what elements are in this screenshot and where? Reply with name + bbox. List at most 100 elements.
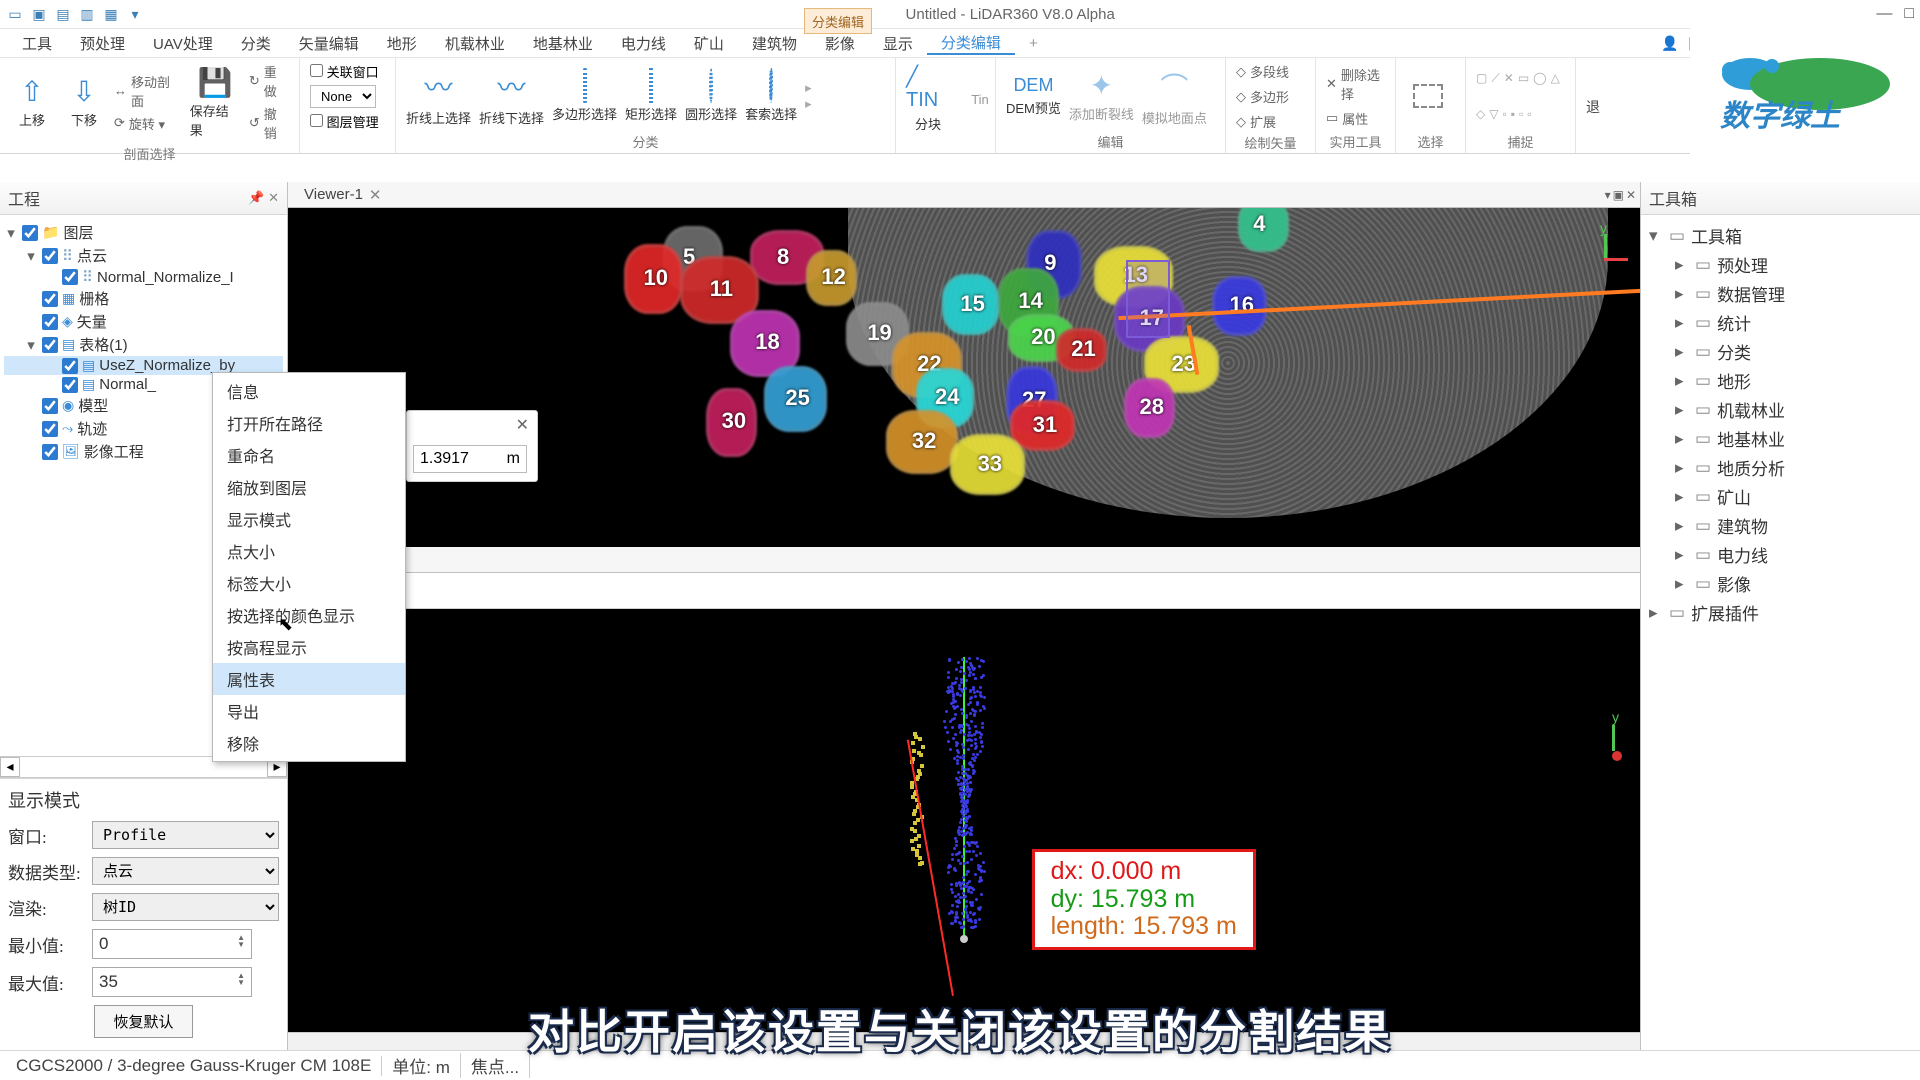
ctx-item-5[interactable]: 点大小 (213, 535, 405, 567)
window-maximize-icon[interactable]: □ (1904, 5, 1914, 23)
toolbox-item[interactable]: ▸▭机载林业 (1649, 395, 1912, 424)
menu-classify[interactable]: 分类 (227, 33, 285, 54)
lasso-select[interactable]: 套索选择 (745, 70, 797, 123)
datatype-select[interactable]: 点云 (92, 857, 279, 885)
draw-polygon[interactable]: ◇ 多边形 (1236, 87, 1289, 106)
add-breakline-button[interactable]: ✦添加断裂线 (1069, 69, 1134, 123)
menu-mining[interactable]: 矿山 (680, 33, 738, 54)
link-view-select[interactable]: None (310, 85, 376, 108)
pin-icon[interactable]: 📌 ✕ (248, 190, 279, 206)
ctx-item-8[interactable]: 按高程显示 (213, 631, 405, 663)
tin-split-button[interactable]: ╱ TIN分块 (906, 64, 950, 133)
restore-default-button[interactable]: 恢复默认 (94, 1005, 192, 1038)
menu-preprocess[interactable]: 预处理 (66, 33, 139, 54)
toolbox-item[interactable]: ▸▭矿山 (1649, 482, 1912, 511)
window-select[interactable]: Profile (92, 821, 279, 849)
menu-tools[interactable]: 工具 (8, 33, 66, 54)
redo-button[interactable]: ↻ 重做 (249, 62, 289, 100)
menu-imagery[interactable]: 影像 (811, 33, 869, 54)
select-tool[interactable] (1406, 84, 1450, 108)
polyline-down-select[interactable]: 〰折线下选择 (479, 66, 544, 127)
return-button[interactable]: 退 (1586, 97, 1600, 117)
viewer-3d-canvas[interactable]: 4589101112131415161718192021222324252728… (288, 208, 1640, 547)
toolbox-item[interactable]: ▸▭影像 (1649, 569, 1912, 598)
layer-model[interactable]: 模型 (78, 395, 108, 416)
toolbox-item[interactable]: ▸▭建筑物 (1649, 511, 1912, 540)
layer-normal-normalize[interactable]: Normal_Normalize_I (97, 269, 234, 286)
qat-more-icon[interactable]: ▾ (126, 5, 144, 23)
viewer-close-icon[interactable]: ✕ (1626, 188, 1636, 202)
layer-track[interactable]: 轨迹 (77, 418, 107, 439)
move-profile-option[interactable]: ↔ 移动剖面 (114, 72, 182, 110)
ctx-item-1[interactable]: 打开所在路径 (213, 407, 405, 439)
menu-powerline[interactable]: 电力线 (607, 33, 680, 54)
toolbox-tree[interactable]: ▾▭工具箱 ▸▭预处理▸▭数据管理▸▭统计▸▭分类▸▭地形▸▭机载林业▸▭地基林… (1641, 215, 1920, 633)
menu-als-forestry[interactable]: 机载林业 (431, 33, 519, 54)
min-value-input[interactable]: 0▲▼ (92, 929, 252, 959)
qat-save-icon[interactable]: ▤ (54, 5, 72, 23)
toolbox-extensions[interactable]: 扩展插件 (1691, 600, 1759, 625)
viewer1-tab[interactable]: Viewer-1✕ (294, 183, 392, 207)
user-icon[interactable]: 👤 (1661, 35, 1678, 52)
ctx-item-10[interactable]: 导出 (213, 695, 405, 727)
qat-copy-icon[interactable]: ▥ (78, 5, 96, 23)
ctx-item-0[interactable]: 信息 (213, 375, 405, 407)
rect-select[interactable]: 矩形选择 (625, 70, 677, 123)
quick-access-toolbar[interactable]: ▭ ▣ ▤ ▥ ▦ ▾ (6, 5, 144, 23)
qat-open-icon[interactable]: ▣ (30, 5, 48, 23)
menu-terrain[interactable]: 地形 (373, 33, 431, 54)
menu-building[interactable]: 建筑物 (738, 33, 811, 54)
menu-tls-forestry[interactable]: 地基林业 (519, 33, 607, 54)
sim-ground-button[interactable]: ⌒模拟地面点 (1142, 66, 1207, 127)
render-select[interactable]: 树ID (92, 893, 279, 921)
toolbox-item[interactable]: ▸▭地基林业 (1649, 424, 1912, 453)
ctx-item-7[interactable]: 按选择的颜色显示 (213, 599, 405, 631)
layer-vector[interactable]: 矢量 (77, 311, 107, 332)
attributes-button[interactable]: ▭ 属性 (1326, 109, 1385, 128)
rotate-option[interactable]: ⟳ 旋转 ▾ (114, 114, 182, 133)
viewer-dropdown-icon[interactable]: ▾ (1605, 188, 1611, 202)
dem-preview-button[interactable]: DEMDEM预览 (1006, 75, 1061, 117)
undo-button[interactable]: ↺ 撤销 (249, 104, 289, 142)
layer-root[interactable]: 图层 (63, 222, 93, 243)
ctx-item-2[interactable]: 重命名 (213, 439, 405, 471)
menu-vector-edit[interactable]: 矢量编辑 (285, 33, 373, 54)
toolbox-item[interactable]: ▸▭电力线 (1649, 540, 1912, 569)
profile-canvas[interactable]: dx: 0.000 m dy: 15.793 m length: 15.793 … (288, 609, 1640, 1032)
ctx-item-9[interactable]: 属性表 (213, 663, 405, 695)
move-down-button[interactable]: ⇩下移 (62, 75, 106, 129)
layer-image-project[interactable]: 影像工程 (84, 441, 144, 462)
toolbox-item[interactable]: ▸▭地形 (1649, 366, 1912, 395)
toolbox-item[interactable]: ▸▭分类 (1649, 337, 1912, 366)
max-value-input[interactable]: 35▲▼ (92, 967, 252, 997)
ctx-item-3[interactable]: 缩放到图层 (213, 471, 405, 503)
qat-new-icon[interactable]: ▭ (6, 5, 24, 23)
draw-expand[interactable]: ◇ 扩展 (1236, 112, 1289, 131)
viewer-restore-icon[interactable]: ▣ (1613, 188, 1624, 202)
toolbox-item[interactable]: ▸▭数据管理 (1649, 279, 1912, 308)
menu-classify-edit[interactable]: 分类编辑 (927, 32, 1015, 55)
profile-toolbar[interactable]: ▦ ⟊ ☰ (288, 573, 1640, 609)
toolbox-item[interactable]: ▸▭地质分析 (1649, 453, 1912, 482)
polygon-select[interactable]: 多边形选择 (552, 70, 617, 123)
layer-context-menu[interactable]: 信息打开所在路径重命名缩放到图层显示模式点大小标签大小按选择的颜色显示按高程显示… (212, 372, 406, 762)
save-result-button[interactable]: 💾保存结果 (190, 66, 241, 139)
ctx-item-6[interactable]: 标签大小 (213, 567, 405, 599)
window-minimize-icon[interactable]: — (1876, 5, 1892, 23)
circle-select[interactable]: 圆形选择 (685, 70, 737, 123)
layer-pointcloud[interactable]: 点云 (77, 245, 107, 266)
polyline-up-select[interactable]: 〰折线上选择 (406, 66, 471, 127)
toolbox-item[interactable]: ▸▭预处理 (1649, 250, 1912, 279)
ctx-item-11[interactable]: 移除 (213, 727, 405, 759)
toolbox-root[interactable]: 工具箱 (1691, 223, 1742, 248)
layer-normal-sub[interactable]: Normal_ (99, 376, 156, 393)
layer-mgr-checkbox[interactable]: 图层管理 (310, 112, 379, 131)
close-icon[interactable]: ✕ (369, 186, 382, 204)
menu-uav[interactable]: UAV处理 (139, 33, 227, 54)
link-view-checkbox[interactable]: 关联窗口 (310, 62, 379, 81)
draw-polyline[interactable]: ◇ 多段线 (1236, 62, 1289, 81)
layer-grid[interactable]: 栅格 (79, 288, 109, 309)
tin-button[interactable]: Tin (958, 90, 1002, 107)
close-icon[interactable]: ✕ (516, 415, 529, 435)
layer-table[interactable]: 表格(1) (79, 334, 127, 355)
